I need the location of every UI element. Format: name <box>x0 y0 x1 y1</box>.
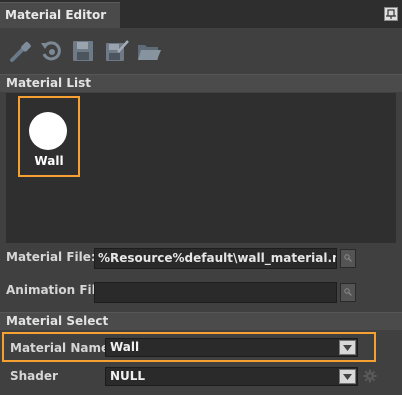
pin-icon[interactable] <box>384 7 398 21</box>
material-item-label: Wall <box>34 154 64 168</box>
material-file-label: Material File: <box>6 250 96 264</box>
gear-icon[interactable] <box>363 369 377 383</box>
shader-select[interactable]: NULL <box>105 367 358 386</box>
save-icon[interactable] <box>70 38 96 64</box>
search-icon <box>344 254 352 262</box>
eyedropper-icon[interactable] <box>8 38 34 64</box>
material-select-header: Material Select <box>0 312 402 330</box>
material-editor-panel: Material Editor Material List Wall Mater… <box>0 0 402 395</box>
chevron-down-icon[interactable] <box>339 340 356 355</box>
window-title: Material Editor <box>5 8 107 22</box>
shader-value: NULL <box>110 369 146 383</box>
chevron-down-icon[interactable] <box>339 369 356 384</box>
material-item-wall[interactable]: Wall <box>18 96 80 177</box>
animation-file-field[interactable] <box>94 282 337 303</box>
open-folder-icon[interactable] <box>136 38 162 64</box>
search-icon <box>344 288 352 296</box>
shader-label: Shader <box>10 369 58 383</box>
material-name-label: Material Name <box>10 341 110 355</box>
animation-file-browse-button[interactable] <box>340 283 356 302</box>
material-name-select[interactable]: Wall <box>105 338 358 357</box>
material-file-browse-button[interactable] <box>340 249 356 268</box>
window-tab[interactable]: Material Editor <box>0 2 120 28</box>
material-list[interactable]: Wall <box>6 93 396 243</box>
material-list-header: Material List <box>0 74 402 92</box>
material-file-field[interactable]: %Resource%default\wall_material.mtl <box>94 248 337 269</box>
material-preview-sphere <box>29 112 67 150</box>
toolbar <box>0 28 402 74</box>
title-bar: Material Editor <box>0 0 402 28</box>
material-name-value: Wall <box>110 340 140 354</box>
save-as-icon[interactable] <box>104 38 130 64</box>
reset-icon[interactable] <box>38 38 64 64</box>
